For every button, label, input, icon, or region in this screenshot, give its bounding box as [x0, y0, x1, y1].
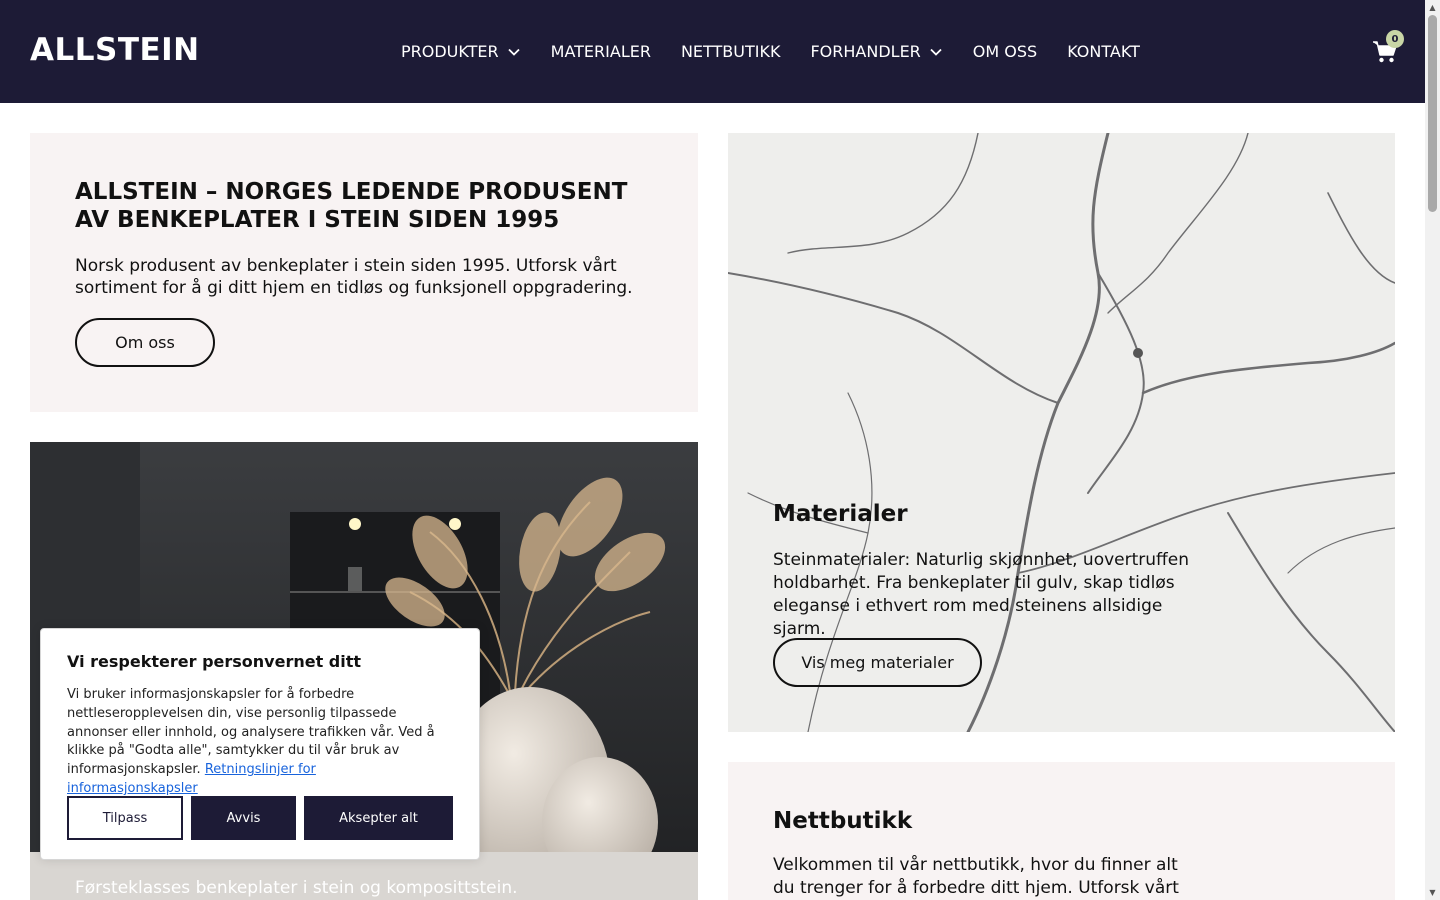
main-nav: PRODUKTER MATERIALER NETTBUTIKK FORHANDL… — [401, 42, 1140, 61]
nettbutikk-title: Nettbutikk — [773, 808, 913, 834]
page-scrollbar[interactable]: ▲ ▼ — [1425, 0, 1440, 900]
logo[interactable]: ALLSTEIN — [30, 32, 200, 68]
nav-item-label: OM OSS — [972, 42, 1038, 61]
materialer-title: Materialer — [773, 501, 908, 527]
customize-button[interactable]: Tilpass — [67, 796, 183, 840]
nav-item-nettbutikk[interactable]: NETTBUTIKK — [681, 42, 781, 61]
om-oss-button[interactable]: Om oss — [75, 318, 215, 367]
kitchen-caption: Førsteklasses benkeplater i stein og kom… — [75, 878, 518, 898]
accept-all-button[interactable]: Aksepter alt — [304, 796, 453, 840]
intro-text: Norsk produsent av benkeplater i stein s… — [75, 256, 633, 298]
reject-button[interactable]: Avvis — [191, 796, 296, 840]
chevron-down-icon — [930, 48, 942, 56]
vis-meg-materialer-button[interactable]: Vis meg materialer — [773, 638, 982, 687]
cookie-text: Vi bruker informasjonskapsler for å forb… — [67, 686, 447, 799]
nettbutikk-text: Velkommen til vår nettbutikk, hvor du fi… — [773, 855, 1179, 898]
intro-card: ALLSTEIN – NORGES LEDENDE PRODUSENT AV B… — [30, 133, 698, 412]
nettbutikk-card: Nettbutikk Velkommen til vår nettbutikk,… — [728, 762, 1395, 900]
nav-item-materialer[interactable]: MATERIALER — [551, 42, 651, 61]
intro-title: ALLSTEIN – NORGES LEDENDE PRODUSENT AV B… — [75, 179, 628, 233]
nav-item-label: KONTAKT — [1067, 42, 1140, 61]
nav-item-label: NETTBUTIKK — [680, 42, 781, 61]
nav-item-forhandler[interactable]: FORHANDLER — [810, 42, 942, 61]
chevron-down-icon — [508, 48, 520, 56]
nav-item-label: PRODUKTER — [401, 42, 499, 61]
materialer-text: Steinmaterialer: Naturlig skjønnhet, uov… — [773, 550, 1189, 639]
nav-item-label: FORHANDLER — [810, 42, 921, 61]
nav-item-label: MATERIALER — [550, 42, 651, 61]
scrollbar-thumb[interactable] — [1428, 15, 1437, 212]
scroll-up-arrow-icon[interactable]: ▲ — [1428, 3, 1437, 12]
cart-count-badge: 0 — [1386, 30, 1404, 48]
cookie-consent-dialog: Vi respekterer personvernet ditt Vi bruk… — [40, 628, 480, 860]
nav-item-produkter[interactable]: PRODUKTER — [401, 42, 521, 61]
cookie-title: Vi respekterer personvernet ditt — [67, 652, 362, 671]
nav-item-kontakt[interactable]: KONTAKT — [1067, 42, 1140, 61]
nav-item-om-oss[interactable]: OM OSS — [973, 42, 1037, 61]
materialer-card: Materialer Steinmaterialer: Naturlig skj… — [728, 133, 1395, 732]
scroll-down-arrow-icon[interactable]: ▼ — [1428, 888, 1437, 897]
site-header: ALLSTEIN PRODUKTER MATERIALER NETTBUTIKK… — [0, 0, 1425, 103]
